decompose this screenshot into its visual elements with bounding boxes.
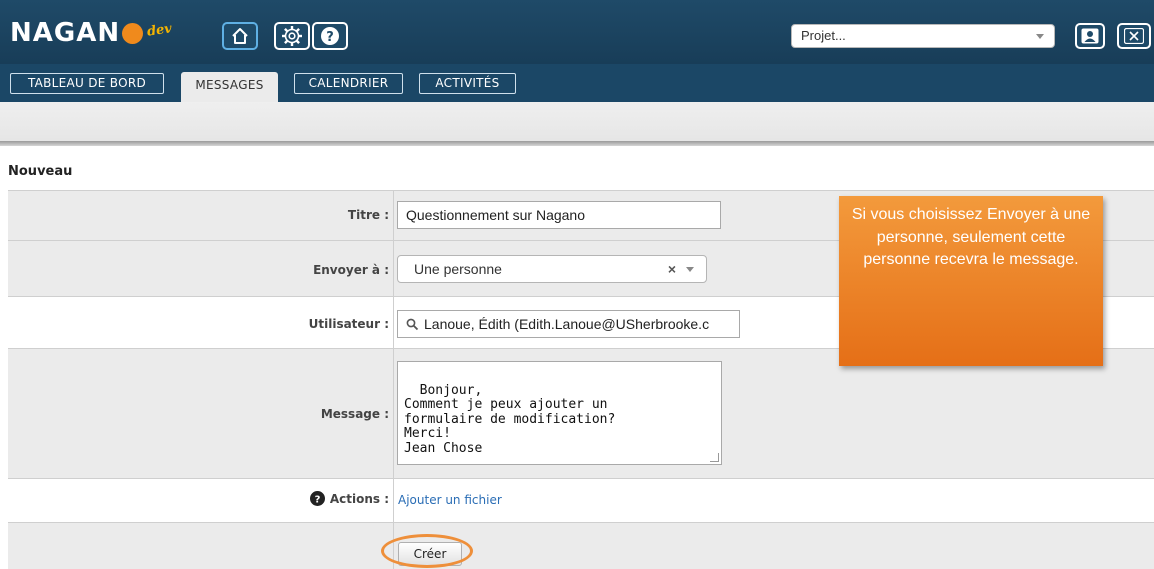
user-icon xyxy=(1081,28,1099,44)
section-title: Nouveau xyxy=(8,164,73,179)
utilisateur-value: Lanoue, Édith (Edith.Lanoue@USherbrooke.… xyxy=(424,316,710,332)
svg-text:?: ? xyxy=(314,495,320,506)
logo-o-mark xyxy=(122,23,144,44)
envoyer-select[interactable]: Une personne × xyxy=(397,255,707,283)
project-select[interactable]: Projet... xyxy=(791,24,1055,48)
add-file-link[interactable]: Ajouter un fichier xyxy=(398,493,502,507)
utilisateur-input[interactable]: Lanoue, Édith (Edith.Lanoue@USherbrooke.… xyxy=(397,310,740,338)
sub-toolbar xyxy=(0,102,1154,141)
logo-dev-suffix: dev xyxy=(146,21,173,40)
tab-activites[interactable]: ACTIVITÉS xyxy=(419,73,516,94)
tab-tableau-de-bord[interactable]: TABLEAU DE BORD xyxy=(10,73,164,94)
form-row-actions: ? Actions : xyxy=(8,478,1154,522)
envoyer-label: Envoyer à : xyxy=(313,263,389,277)
home-icon xyxy=(232,28,248,44)
project-select-value: Projet... xyxy=(801,28,846,43)
user-profile-button[interactable] xyxy=(1075,23,1105,49)
help-button[interactable]: ? xyxy=(312,22,348,50)
utilisateur-label: Utilisateur : xyxy=(308,317,389,331)
question-icon: ? xyxy=(321,27,339,45)
envoyer-select-value: Une personne xyxy=(414,261,502,277)
app-header: NAGAN dev ? Projet... xyxy=(0,0,1154,64)
gear-icon xyxy=(282,26,302,46)
logout-button[interactable] xyxy=(1117,23,1151,49)
help-circle-icon[interactable]: ? xyxy=(309,491,325,506)
clear-icon[interactable]: × xyxy=(668,256,676,282)
message-textarea[interactable]: Bonjour, Comment je peux ajouter un form… xyxy=(397,361,722,465)
divider xyxy=(393,191,394,240)
tutorial-callout: Si vous choisissez Envoyer à une personn… xyxy=(839,196,1103,366)
nagano-logo[interactable]: NAGAN dev xyxy=(10,14,173,48)
svg-text:?: ? xyxy=(326,30,334,45)
search-icon xyxy=(406,318,419,331)
chevron-down-icon xyxy=(1036,34,1044,39)
home-button[interactable] xyxy=(222,22,258,50)
divider xyxy=(0,141,1154,146)
logo-text-start: NAGAN xyxy=(10,18,121,48)
chevron-down-icon xyxy=(686,267,694,272)
titre-input[interactable]: Questionnement sur Nagano xyxy=(397,201,721,229)
divider xyxy=(393,479,394,522)
tab-messages[interactable]: MESSAGES xyxy=(181,72,278,102)
settings-button[interactable] xyxy=(274,22,310,50)
close-icon xyxy=(1124,28,1144,44)
titre-label: Titre : xyxy=(347,208,389,222)
main-tabs: TABLEAU DE BORD MESSAGES CALENDRIER ACTI… xyxy=(0,64,1154,102)
form-row-submit xyxy=(8,522,1154,569)
highlight-ring xyxy=(381,534,473,568)
divider xyxy=(393,297,394,348)
actions-label-text: Actions : xyxy=(329,492,389,506)
divider xyxy=(393,241,394,296)
message-label: Message : xyxy=(320,407,389,421)
actions-label: ? Actions : xyxy=(309,491,389,506)
tab-calendrier[interactable]: CALENDRIER xyxy=(294,73,403,94)
divider xyxy=(393,349,394,478)
resize-handle-icon[interactable] xyxy=(710,453,719,462)
message-text: Bonjour, Comment je peux ajouter un form… xyxy=(404,382,616,456)
